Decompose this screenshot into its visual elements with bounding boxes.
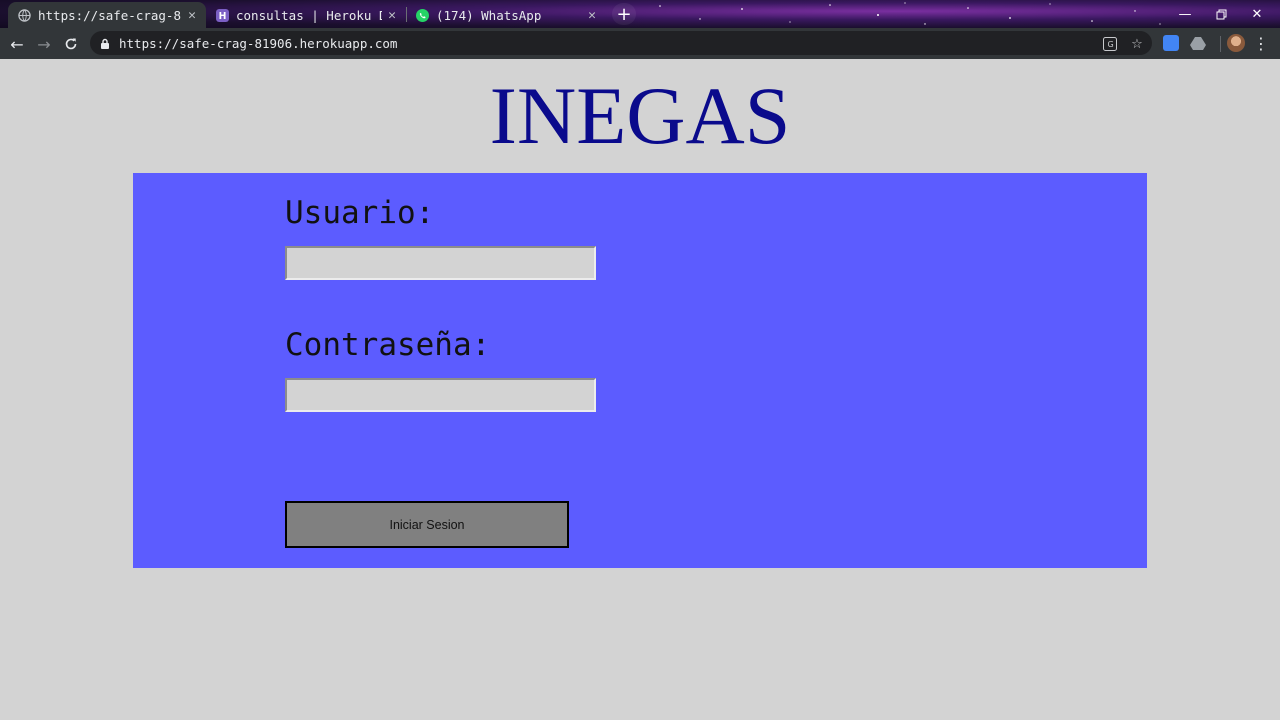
username-label: Usuario: [285, 195, 435, 231]
reload-button[interactable] [59, 32, 83, 56]
svg-text:G: G [1108, 40, 1114, 49]
tab-safe-crag[interactable]: https://safe-crag-81906.herokuapp.com ✕ [8, 2, 206, 28]
page-body: INEGAS Usuario: Contraseña: Iniciar Sesi… [0, 59, 1280, 720]
browser-toolbar: ← → https://safe-crag-81906.herokuapp.co… [0, 28, 1280, 59]
tab-strip: https://safe-crag-81906.herokuapp.com ✕ … [0, 0, 1280, 28]
tab-title: consultas | Heroku Data [236, 7, 382, 23]
toolbar-divider [1220, 36, 1221, 52]
tab-title: (174) WhatsApp [436, 7, 542, 23]
close-tab-icon[interactable]: ✕ [188, 8, 196, 23]
tab-title: https://safe-crag-81906.herokuapp.com [38, 7, 182, 23]
url-text: https://safe-crag-81906.herokuapp.com [119, 35, 398, 51]
avatar[interactable] [1227, 34, 1245, 52]
login-form: Usuario: Contraseña: Iniciar Sesion [133, 173, 1147, 568]
reload-icon [65, 38, 77, 50]
new-tab-button[interactable]: + [612, 3, 636, 25]
whatsapp-icon [416, 8, 429, 22]
plus-icon: + [616, 3, 632, 25]
arrow-right-icon: → [37, 34, 51, 54]
menu-icon[interactable]: ⋮ [1253, 33, 1269, 53]
back-button[interactable]: ← [5, 32, 29, 56]
close-tab-icon[interactable]: ✕ [588, 8, 596, 23]
tab-heroku[interactable]: H consultas | Heroku Data ✕ [206, 2, 406, 28]
google-translate-extension-icon[interactable] [1163, 35, 1179, 51]
restore-icon [1216, 9, 1226, 19]
login-button[interactable]: Iniciar Sesion [285, 501, 569, 548]
globe-icon [18, 8, 31, 22]
close-tab-icon[interactable]: ✕ [388, 8, 396, 23]
address-bar[interactable]: https://safe-crag-81906.herokuapp.com G … [90, 31, 1152, 55]
bookmark-star-icon[interactable]: ☆ [1128, 35, 1146, 53]
close-window-button[interactable]: ✕ [1234, 0, 1280, 28]
password-input[interactable] [285, 378, 596, 412]
svg-text:H: H [219, 11, 227, 22]
google-drive-icon[interactable] [1190, 35, 1206, 51]
forward-button[interactable]: → [32, 32, 56, 56]
heroku-icon: H [216, 8, 229, 22]
lock-icon [101, 38, 109, 49]
password-label: Contraseña: [285, 327, 491, 363]
close-icon: ✕ [1251, 6, 1263, 22]
page-title: INEGAS [489, 70, 791, 161]
minimize-icon: — [1178, 6, 1192, 22]
translate-icon[interactable]: G [1101, 35, 1119, 53]
tab-whatsapp[interactable]: (174) WhatsApp ✕ [406, 2, 606, 28]
username-input[interactable] [285, 246, 596, 280]
arrow-left-icon: ← [10, 34, 24, 54]
